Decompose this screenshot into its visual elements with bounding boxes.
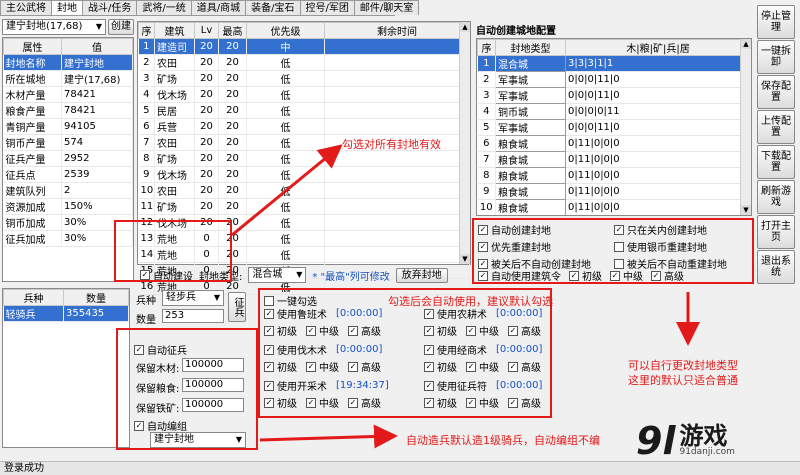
watermark: 9l 游戏 91danji.com: [636, 416, 798, 466]
arrow-icon: [231, 144, 343, 237]
watermark-logo: 9l: [636, 419, 676, 463]
watermark-url: 91danji.com: [679, 447, 735, 457]
watermark-text: 游戏: [679, 422, 728, 450]
annotation-arrows: [231, 144, 700, 449]
arrow-icon: [259, 424, 398, 449]
status-text: 登录成功: [4, 463, 44, 474]
status-bar: 登录成功: [0, 461, 800, 475]
